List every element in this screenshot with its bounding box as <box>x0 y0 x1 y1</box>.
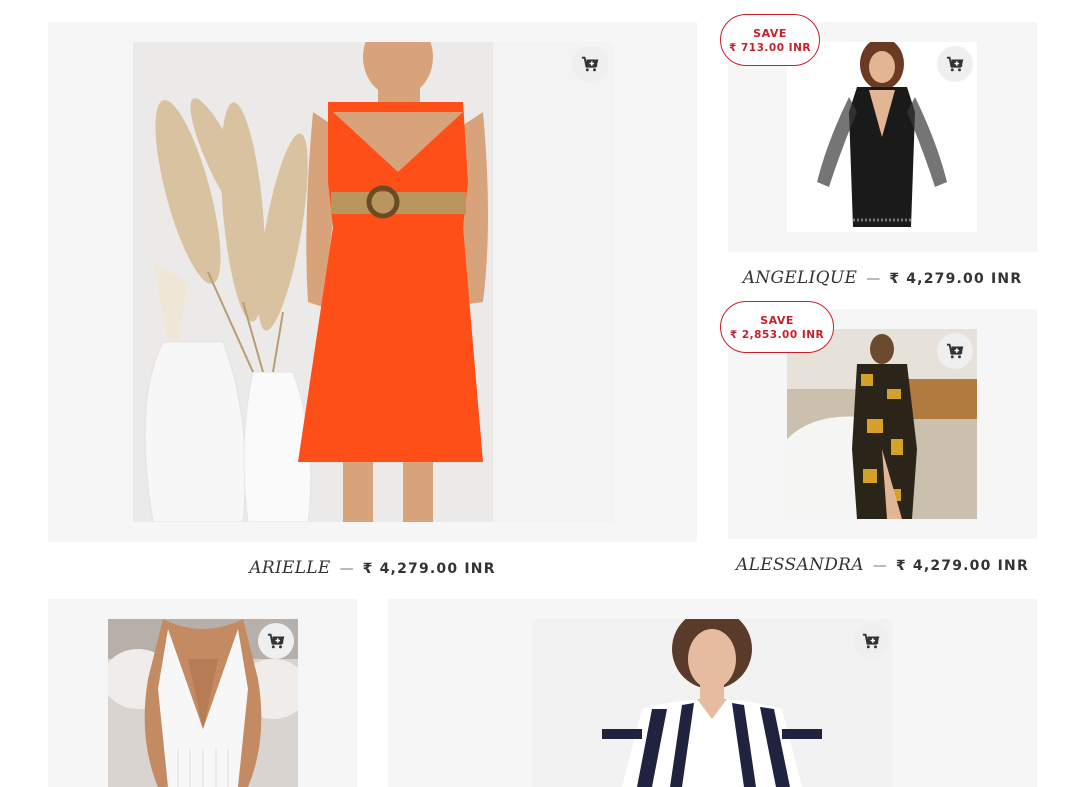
product-image-striped-dress[interactable] <box>532 619 893 787</box>
product-card-white-halter[interactable] <box>48 599 357 787</box>
product-caption-arielle[interactable]: ARIELLE — ₹ 4,279.00 INR <box>48 558 697 578</box>
product-name[interactable]: ALESSANDRA <box>736 555 864 575</box>
product-price: ₹ 4,279.00 INR <box>889 271 1023 287</box>
orange-dress-photo <box>133 42 613 522</box>
cart-plus-icon <box>946 343 964 359</box>
save-badge-alessandra: SAVE ₹ 2,853.00 INR <box>720 301 834 353</box>
cart-plus-icon <box>581 56 599 72</box>
save-label: SAVE <box>753 27 787 40</box>
product-card-arielle[interactable] <box>48 22 697 542</box>
product-name[interactable]: ARIELLE <box>249 558 330 578</box>
product-card-striped-dress[interactable] <box>388 599 1037 787</box>
separator-dash: — <box>872 558 887 574</box>
separator-dash: — <box>866 271 881 287</box>
product-name[interactable]: ANGELIQUE <box>743 268 858 288</box>
add-to-cart-button-arielle[interactable] <box>572 46 608 82</box>
separator-dash: — <box>339 561 354 577</box>
add-to-cart-button-angelique[interactable] <box>937 46 973 82</box>
save-amount: ₹ 713.00 INR <box>729 42 811 54</box>
save-label: SAVE <box>760 314 794 327</box>
cart-plus-icon <box>267 633 285 649</box>
striped-shirt-dress-photo <box>532 619 893 787</box>
add-to-cart-button-alessandra[interactable] <box>937 333 973 369</box>
cart-plus-icon <box>862 633 880 649</box>
save-badge-angelique: SAVE ₹ 713.00 INR <box>720 14 820 66</box>
save-amount: ₹ 2,853.00 INR <box>729 329 825 341</box>
product-caption-angelique[interactable]: ANGELIQUE — ₹ 4,279.00 INR <box>728 268 1037 288</box>
product-price: ₹ 4,279.00 INR <box>362 561 496 577</box>
add-to-cart-button-striped-dress[interactable] <box>853 623 889 659</box>
cart-plus-icon <box>946 56 964 72</box>
add-to-cart-button-white-halter[interactable] <box>258 623 294 659</box>
product-price: ₹ 4,279.00 INR <box>895 558 1029 574</box>
product-caption-alessandra[interactable]: ALESSANDRA — ₹ 4,279.00 INR <box>728 555 1037 575</box>
product-image-arielle[interactable] <box>133 42 613 522</box>
